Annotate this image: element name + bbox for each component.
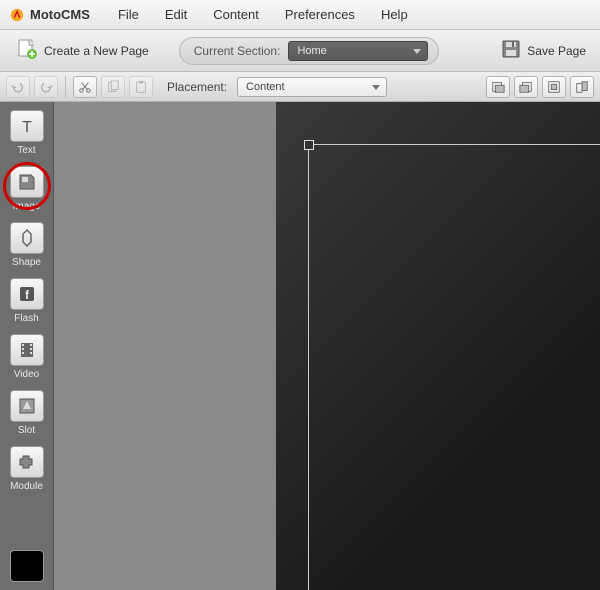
tool-slot[interactable]: Slot [5, 390, 49, 436]
selection-handle-top-left[interactable] [304, 140, 314, 150]
top-toolbar: Create a New Page Current Section: Home … [0, 30, 600, 72]
menu-content[interactable]: Content [213, 7, 259, 22]
image-icon [10, 166, 44, 198]
align-button-2[interactable] [514, 76, 538, 98]
placement-dropdown[interactable]: Content [237, 77, 387, 97]
cut-button[interactable] [73, 76, 97, 98]
current-section-value: Home [297, 45, 326, 57]
menu-file[interactable]: File [118, 7, 139, 22]
tool-text[interactable]: T Text [5, 110, 49, 156]
motocms-logo-icon [10, 8, 24, 22]
tool-text-label: Text [17, 145, 35, 156]
align-button-1[interactable] [486, 76, 510, 98]
tool-slot-label: Slot [18, 425, 35, 436]
slot-icon [10, 390, 44, 422]
flash-icon: f [10, 278, 44, 310]
redo-button[interactable] [34, 76, 58, 98]
tool-video[interactable]: Video [5, 334, 49, 380]
shape-icon [10, 222, 44, 254]
save-page-label: Save Page [527, 44, 586, 58]
workspace: T Text Image Shape f Flash Video Slot Mo… [0, 102, 600, 590]
placement-value: Content [246, 81, 285, 93]
selection-outline[interactable] [308, 144, 600, 590]
save-page-button[interactable]: Save Page [495, 35, 592, 66]
color-swatch-icon [10, 550, 44, 582]
tool-panel: T Text Image Shape f Flash Video Slot Mo… [0, 102, 54, 590]
tool-shape-label: Shape [12, 257, 41, 268]
app-title: MotoCMS [30, 7, 90, 22]
text-icon: T [10, 110, 44, 142]
tool-shape[interactable]: Shape [5, 222, 49, 268]
align-button-4[interactable] [570, 76, 594, 98]
new-page-icon [16, 38, 38, 63]
create-new-page-button[interactable]: Create a New Page [8, 34, 157, 67]
tool-image[interactable]: Image [5, 166, 49, 212]
secondary-toolbar: Placement: Content [0, 72, 600, 102]
tool-flash-label: Flash [14, 313, 38, 324]
menu-edit[interactable]: Edit [165, 7, 187, 22]
svg-text:T: T [22, 119, 32, 136]
title-bar: MotoCMS File Edit Content Preferences He… [0, 0, 600, 30]
side-gap [54, 102, 276, 590]
toolbar-separator [65, 76, 66, 98]
paste-button[interactable] [129, 76, 153, 98]
menu-help[interactable]: Help [381, 7, 408, 22]
module-icon [10, 446, 44, 478]
tool-module-label: Module [10, 481, 43, 492]
create-new-page-label: Create a New Page [44, 44, 149, 58]
tool-color-swatch[interactable] [5, 550, 49, 582]
tool-image-label: Image [13, 201, 41, 212]
menu-preferences[interactable]: Preferences [285, 7, 355, 22]
align-button-3[interactable] [542, 76, 566, 98]
undo-button[interactable] [6, 76, 30, 98]
current-section-dropdown[interactable]: Home [288, 41, 428, 61]
save-icon [501, 39, 521, 62]
copy-button[interactable] [101, 76, 125, 98]
placement-label: Placement: [167, 80, 227, 94]
tool-flash[interactable]: f Flash [5, 278, 49, 324]
tool-video-label: Video [14, 369, 39, 380]
current-section-label: Current Section: [194, 44, 281, 58]
canvas-area[interactable] [276, 102, 600, 590]
tool-module[interactable]: Module [5, 446, 49, 492]
current-section-pill: Current Section: Home [179, 37, 440, 65]
video-icon [10, 334, 44, 366]
